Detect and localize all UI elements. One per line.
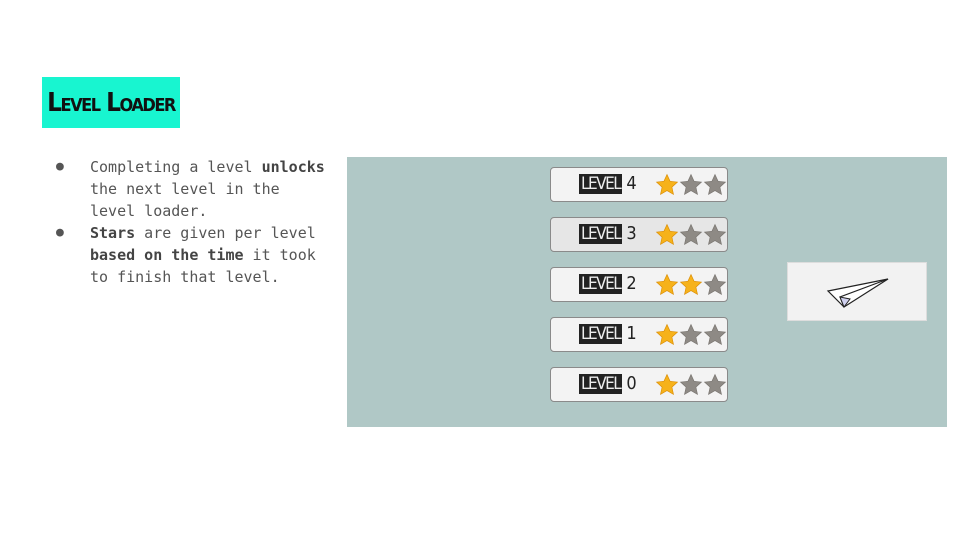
- level-word: LEVEL: [579, 374, 623, 394]
- bullet-text: Completing a level unlocks the next leve…: [90, 158, 325, 220]
- paper-plane-icon: [826, 278, 889, 309]
- level-label: LEVEL 1: [579, 323, 637, 344]
- bullet-text-bold: Stars: [90, 224, 136, 242]
- star-filled-icon: [655, 323, 679, 346]
- star-filled-icon: [655, 373, 679, 396]
- level-button-0[interactable]: LEVEL 0: [550, 367, 728, 402]
- slide-title-text: Level Loader: [47, 87, 176, 118]
- level-label: LEVEL 2: [579, 273, 637, 294]
- star-empty-icon: [703, 323, 727, 346]
- star-rating: [655, 323, 727, 347]
- star-rating: [655, 223, 727, 247]
- bullet-dot-icon: ●: [56, 225, 64, 240]
- level-button-2[interactable]: LEVEL 2: [550, 267, 728, 302]
- star-rating: [655, 173, 727, 197]
- level-word: LEVEL: [579, 324, 623, 344]
- bullet-dot-icon: ●: [56, 159, 64, 174]
- star-empty-icon: [703, 273, 727, 296]
- bullet-text-part: Completing a level: [90, 158, 262, 176]
- level-word: LEVEL: [579, 224, 623, 244]
- bullet-text-part: the next level in the level loader.: [90, 180, 280, 220]
- level-number: 2: [626, 273, 636, 294]
- star-empty-icon: [679, 223, 703, 246]
- level-number: 3: [626, 223, 636, 244]
- bullet-text-bold: based on the time: [90, 246, 244, 264]
- bullet-list: ● Completing a level unlocks the next le…: [56, 156, 331, 288]
- bullet-item-unlocks: ● Completing a level unlocks the next le…: [56, 156, 331, 222]
- star-filled-icon: [679, 273, 703, 296]
- star-filled-icon: [655, 223, 679, 246]
- level-number: 4: [626, 173, 636, 194]
- level-word: LEVEL: [579, 274, 623, 294]
- star-empty-icon: [679, 323, 703, 346]
- star-empty-icon: [703, 223, 727, 246]
- star-empty-icon: [703, 173, 727, 196]
- star-empty-icon: [703, 373, 727, 396]
- level-label: LEVEL 4: [579, 173, 637, 194]
- star-rating: [655, 373, 727, 397]
- star-filled-icon: [655, 173, 679, 196]
- paper-plane-button[interactable]: [787, 262, 927, 321]
- level-button-4[interactable]: LEVEL 4: [550, 167, 728, 202]
- bullet-text-part: are given per level: [135, 224, 316, 242]
- star-rating: [655, 273, 727, 297]
- slide-title: Level Loader: [42, 77, 180, 128]
- level-label: LEVEL 3: [579, 223, 637, 244]
- level-loader-panel: LEVEL 4 LEVEL 3 LEVEL 2 LEVEL 1 LEVEL 0: [347, 157, 947, 427]
- bullet-text-bold: unlocks: [261, 158, 325, 176]
- level-number: 1: [626, 323, 636, 344]
- star-filled-icon: [655, 273, 679, 296]
- bullet-item-stars: ● Stars are given per level based on the…: [56, 222, 331, 288]
- star-empty-icon: [679, 373, 703, 396]
- level-word: LEVEL: [579, 174, 623, 194]
- level-number: 0: [626, 373, 636, 394]
- bullet-text: Stars are given per level based on the t…: [90, 224, 316, 286]
- level-label: LEVEL 0: [579, 373, 637, 394]
- level-button-1[interactable]: LEVEL 1: [550, 317, 728, 352]
- level-button-3[interactable]: LEVEL 3: [550, 217, 728, 252]
- star-empty-icon: [679, 173, 703, 196]
